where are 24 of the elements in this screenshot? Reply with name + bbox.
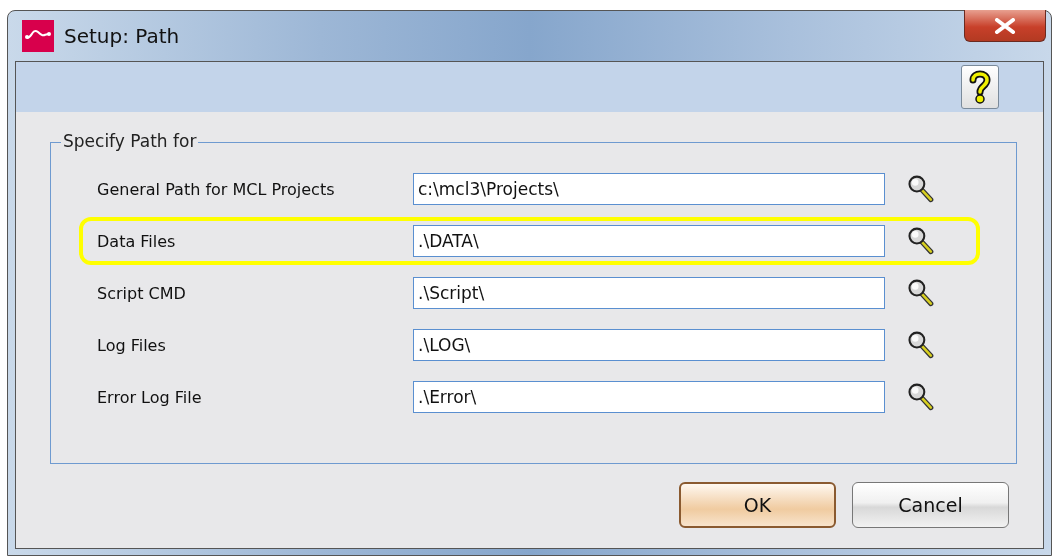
- path-field[interactable]: .\LOG\: [413, 329, 885, 361]
- path-field[interactable]: .\DATA\: [413, 225, 885, 257]
- search-icon[interactable]: [907, 175, 935, 203]
- search-icon[interactable]: [907, 227, 935, 255]
- field-label: Error Log File: [96, 387, 203, 407]
- path-field[interactable]: .\Error\: [413, 381, 885, 413]
- field-label: Data Files: [96, 231, 177, 251]
- dialog-button[interactable]: OK: [679, 482, 836, 528]
- field-label: General Path for MCL Projects: [96, 179, 336, 199]
- help-button[interactable]: [961, 65, 999, 109]
- app-icon: [22, 20, 54, 52]
- field-label: Script CMD: [96, 283, 187, 303]
- window-title: Setup: Path: [64, 24, 180, 48]
- path-field[interactable]: c:\mcl3\Projects\: [413, 173, 885, 205]
- search-icon[interactable]: [907, 383, 935, 411]
- question-mark-icon: [968, 70, 992, 104]
- close-icon: [994, 17, 1016, 34]
- field-label: Log Files: [96, 335, 167, 355]
- path-field[interactable]: .\Script\: [413, 277, 885, 309]
- dialog-button[interactable]: Cancel: [852, 482, 1009, 528]
- group-title: Specify Path for: [61, 131, 199, 151]
- search-icon[interactable]: [907, 331, 935, 359]
- close-button[interactable]: [964, 10, 1046, 42]
- search-icon[interactable]: [907, 279, 935, 307]
